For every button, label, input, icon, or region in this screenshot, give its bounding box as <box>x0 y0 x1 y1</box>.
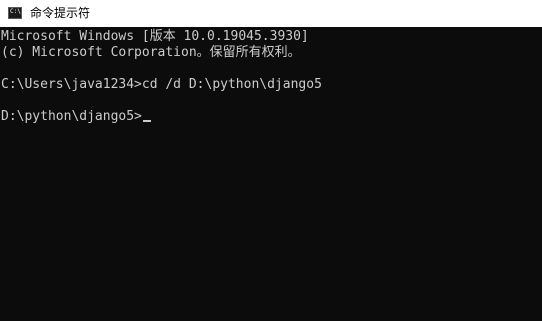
title-bar[interactable]: C:\ 命令提示符 <box>0 0 542 27</box>
command-prompt-window: C:\ 命令提示符 Microsoft Windows [版本 10.0.190… <box>0 0 542 321</box>
text-cursor <box>142 120 151 122</box>
console-line-version: Microsoft Windows [版本 10.0.19045.3930] <box>1 29 309 44</box>
cmd-icon: C:\ <box>8 7 22 19</box>
window-title: 命令提示符 <box>30 6 91 20</box>
console-line-command: C:\Users\java1234>cd /d D:\python\django… <box>1 77 322 92</box>
cmd-icon-glyph: C:\ <box>10 8 21 15</box>
console-output[interactable]: Microsoft Windows [版本 10.0.19045.3930] (… <box>0 27 542 321</box>
console-line-copyright: (c) Microsoft Corporation。保留所有权利。 <box>1 45 301 60</box>
console-prompt: D:\python\django5> <box>1 109 142 124</box>
console-prompt-line[interactable]: D:\python\django5> <box>1 109 151 125</box>
